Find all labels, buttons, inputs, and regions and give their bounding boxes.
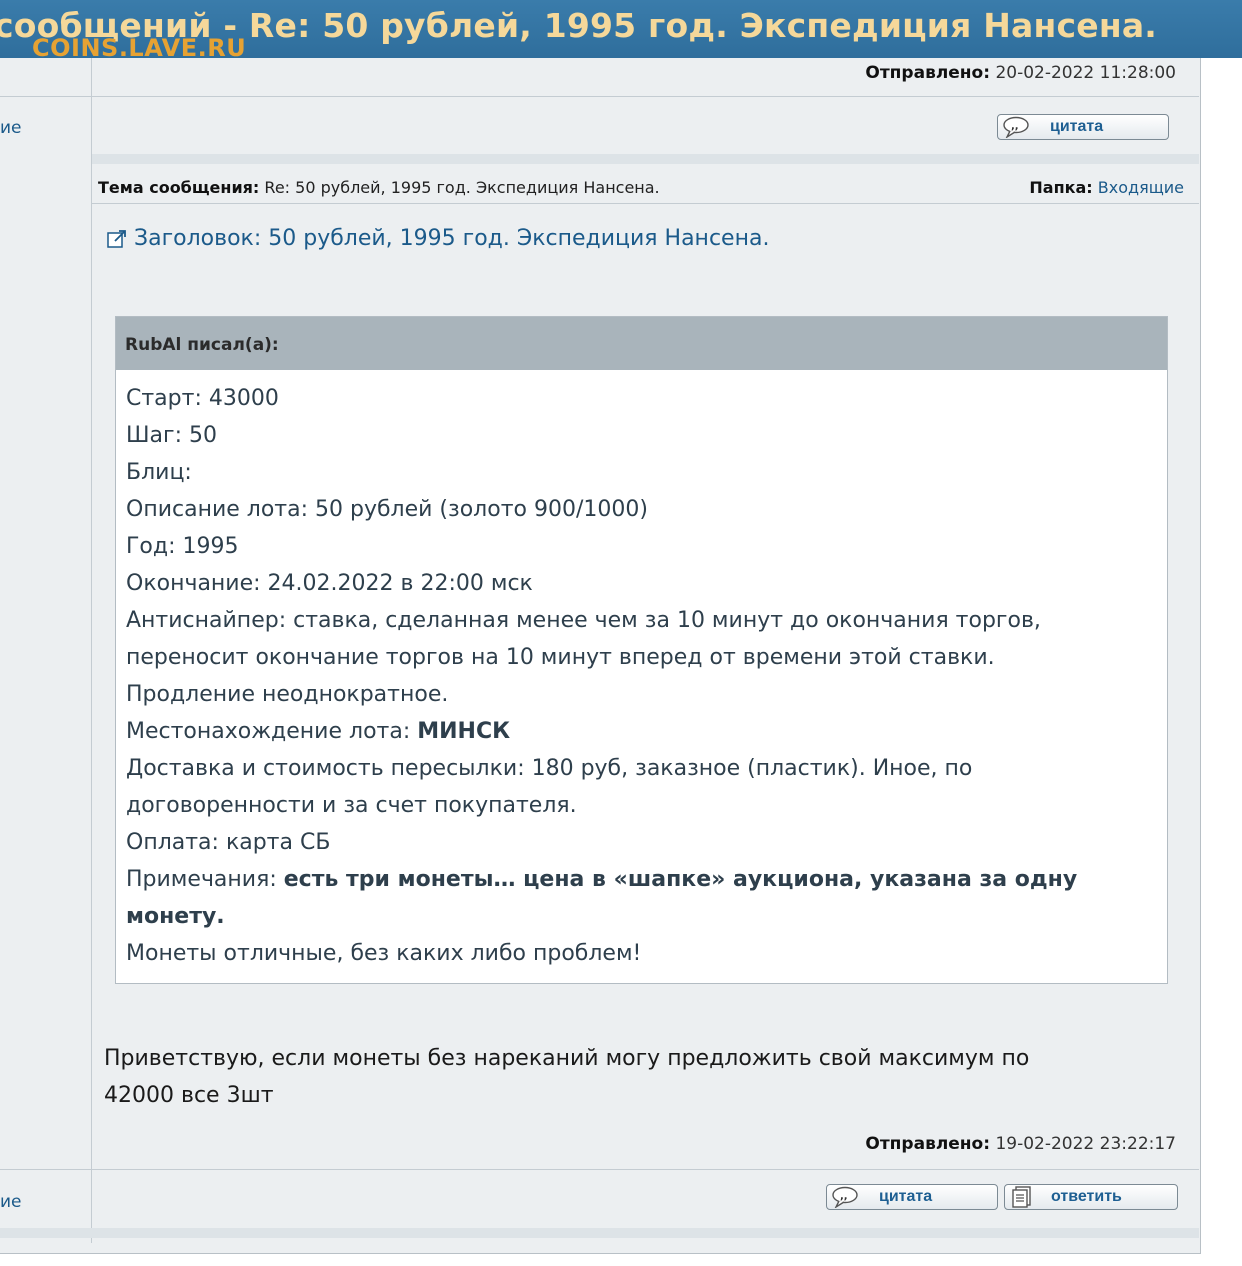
quote-line: Старт: 43000	[126, 386, 279, 411]
quote-line: Антиснайпер: ставка, сделанная менее чем…	[126, 608, 1041, 633]
top-sent-label: Отправлено:	[865, 63, 991, 83]
external-link-icon	[106, 228, 128, 250]
site-watermark: COINS.LAVE.RU	[32, 34, 247, 58]
divider	[92, 203, 1199, 204]
quote-line: Доставка и стоимость пересылки: 180 руб,…	[126, 756, 973, 781]
quote-block: RubAl писал(а): Старт: 43000 Шаг: 50 Бли…	[115, 316, 1168, 984]
speech-bubble-icon: ,,	[831, 1186, 859, 1209]
quote-line: Продление неоднократное.	[126, 682, 449, 707]
quote-line: Блиц:	[126, 460, 192, 485]
quote-button-label: цитата	[879, 1188, 933, 1205]
quote-line: переносит окончание торгов на 10 минут в…	[126, 645, 995, 670]
divider	[0, 1169, 1199, 1170]
topic-label: Тема сообщения:	[98, 178, 260, 197]
author-column	[0, 58, 92, 1243]
top-left-link[interactable]: ие	[0, 118, 22, 138]
quote-line: Монеты отличные, без каких либо проблем!	[126, 941, 642, 966]
reply-button[interactable]: ответить	[1004, 1184, 1178, 1210]
quote-body: Старт: 43000 Шаг: 50 Блиц: Описание лота…	[116, 370, 1167, 972]
quote-button[interactable]: ,, цитата	[826, 1184, 998, 1210]
svg-text:,,: ,,	[1011, 121, 1019, 132]
messages-frame: Отправлено: 20-02-2022 11:28:00 ие ,, ци…	[0, 58, 1201, 1254]
quote-line: договоренности и за счет покупателя.	[126, 793, 577, 818]
left-link[interactable]: ие	[0, 1192, 22, 1212]
quote-notes-line: Примечания: есть три монеты… цена в «шап…	[126, 861, 1157, 898]
reply-line: 42000 все 3шт	[104, 1083, 274, 1108]
top-quote-button-label: цитата	[1050, 118, 1104, 135]
divider	[0, 96, 1199, 97]
message-header: Тема сообщения: Re: 50 рублей, 1995 год.…	[98, 178, 1184, 197]
speech-bubble-icon: ,,	[1002, 116, 1030, 139]
folder-label: Папка:	[1029, 178, 1093, 197]
quote-line: Оплата: карта СБ	[126, 830, 331, 855]
location-label: Местонахождение лота:	[126, 719, 418, 744]
sent-label: Отправлено:	[865, 1134, 991, 1154]
topic-value: Re: 50 рублей, 1995 год. Экспедиция Нанс…	[264, 178, 660, 197]
notes-value-cont: монету.	[126, 904, 225, 929]
folder-info: Папка: Входящие	[1029, 178, 1184, 197]
reply-text: Приветствую, если монеты без нареканий м…	[104, 1040, 1029, 1114]
svg-text:,,: ,,	[840, 1191, 848, 1202]
quote-author: RubAl писал(а):	[116, 317, 1167, 370]
sent-value: 19-02-2022 23:22:17	[995, 1134, 1176, 1154]
quote-location-line: Местонахождение лота: МИНСК	[126, 713, 1157, 750]
message-subject[interactable]: Заголовок: 50 рублей, 1995 год. Экспедиц…	[106, 226, 769, 251]
location-value: МИНСК	[417, 719, 511, 744]
top-sent-info: Отправлено: 20-02-2022 11:28:00	[865, 63, 1176, 83]
quote-line: Окончание: 24.02.2022 в 22:00 мск	[126, 571, 533, 596]
notes-value: есть три монеты… цена в «шапке» аукциона…	[283, 867, 1078, 892]
bottom-band	[0, 1228, 1199, 1238]
notes-label: Примечания:	[126, 867, 284, 892]
quote-line: Описание лота: 50 рублей (золото 900/100…	[126, 497, 648, 522]
reply-line: Приветствую, если монеты без нареканий м…	[104, 1046, 1030, 1071]
subject-text: Заголовок: 50 рублей, 1995 год. Экспедиц…	[134, 226, 770, 251]
quote-line: Шаг: 50	[126, 423, 217, 448]
reply-button-label: ответить	[1051, 1188, 1122, 1205]
quote-notes-line: монету.	[126, 898, 1157, 935]
message-separator	[92, 154, 1199, 164]
document-icon	[1009, 1186, 1037, 1208]
top-quote-button[interactable]: ,, цитата	[997, 114, 1169, 140]
window-title-bar: сообщений - Re: 50 рублей, 1995 год. Экс…	[0, 0, 1242, 58]
folder-link[interactable]: Входящие	[1098, 178, 1184, 197]
quote-line: Год: 1995	[126, 534, 239, 559]
sent-info: Отправлено: 19-02-2022 23:22:17	[865, 1134, 1176, 1154]
top-sent-value: 20-02-2022 11:28:00	[995, 63, 1176, 83]
